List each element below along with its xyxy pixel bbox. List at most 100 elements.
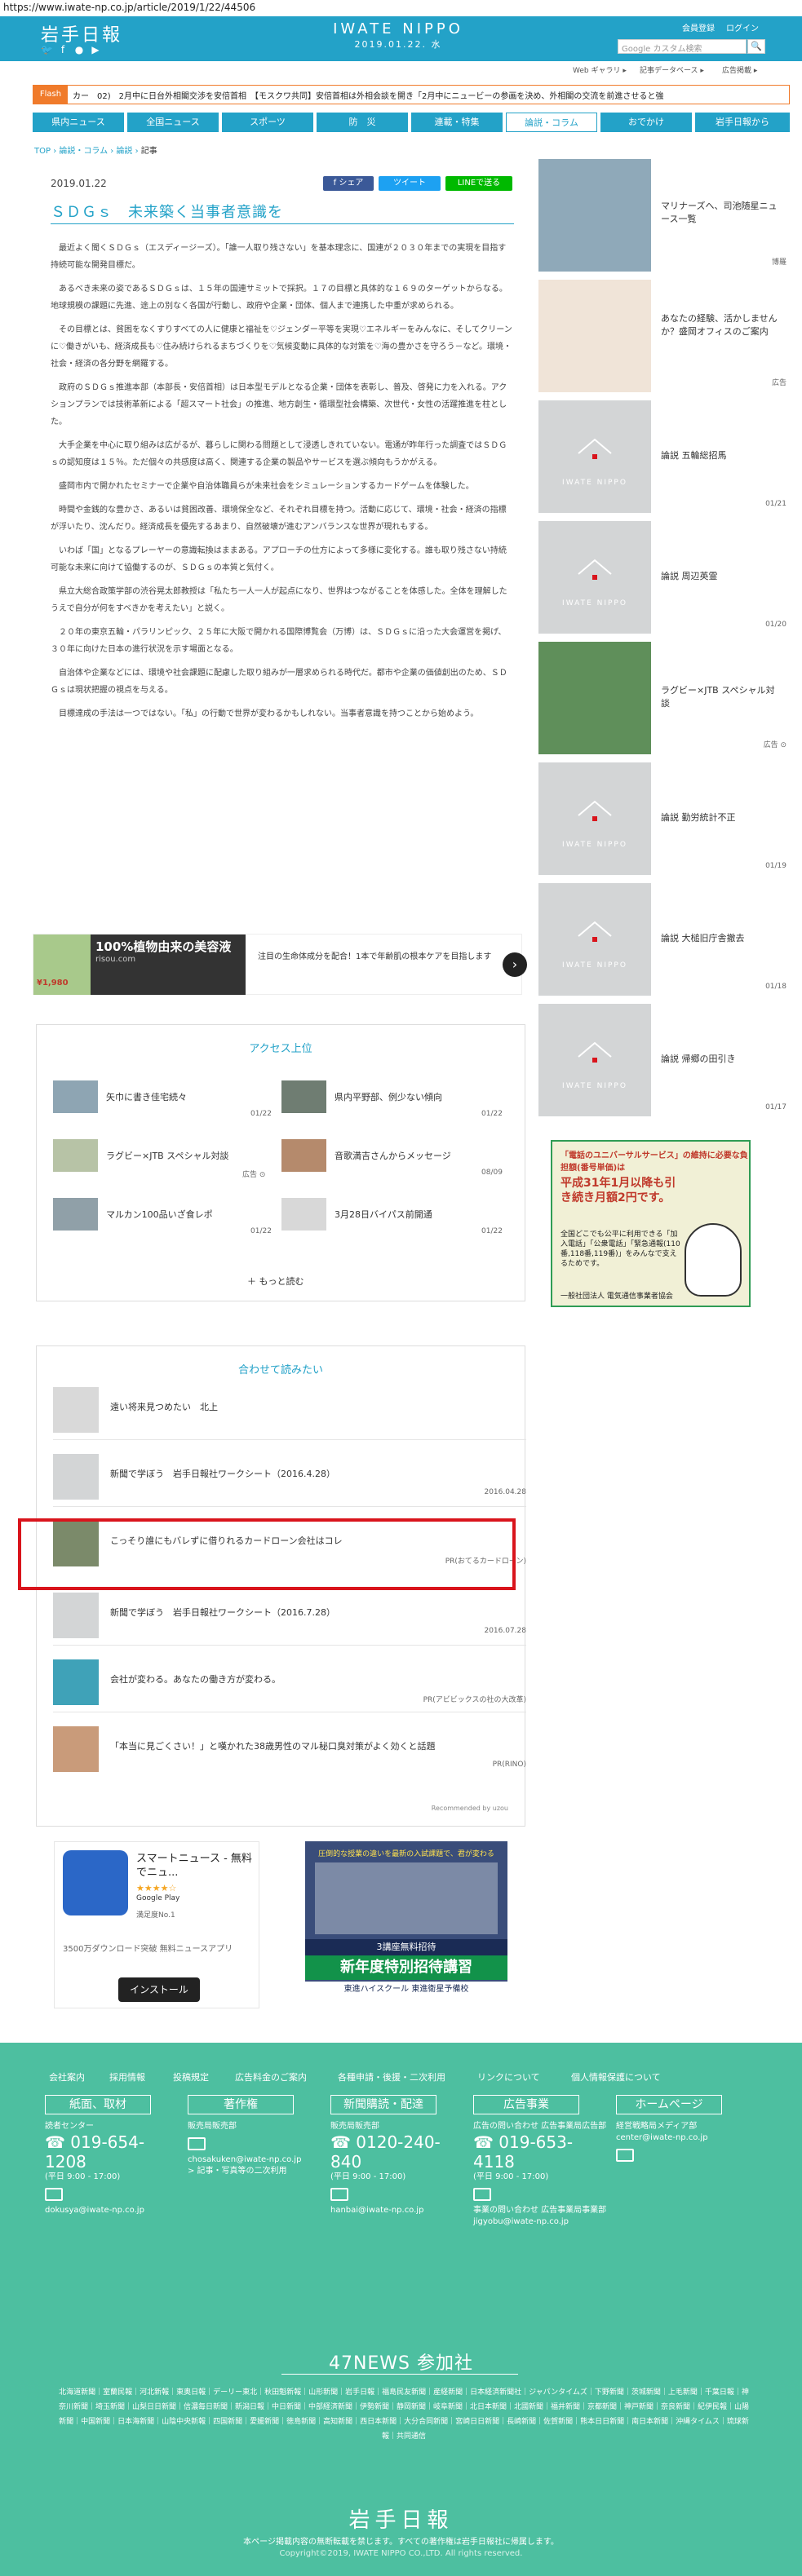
- secondary-use-link[interactable]: > 記事・写真等の二次利用: [188, 2166, 326, 2177]
- ranking-item[interactable]: 音歌満吉さんからメッセージ: [335, 1149, 451, 1162]
- ad-headline-box[interactable]: 100%植物由来の美容液 risou.com: [91, 935, 246, 995]
- site-logo[interactable]: 岩手日報: [41, 20, 122, 46]
- nav-item-series[interactable]: 連載・特集: [411, 113, 503, 132]
- youtube-icon[interactable]: ▶: [90, 44, 101, 55]
- ranking-item[interactable]: 県内平野部、例少ない傾向: [335, 1090, 442, 1103]
- ranking-item[interactable]: 3月28日バイパス前開通: [335, 1208, 432, 1221]
- related-item-pr[interactable]: 会社が変わる。あなたの働き方が変わる。 PR(アビビックスの社の大改革): [53, 1648, 543, 1712]
- ranking-thumb[interactable]: [53, 1139, 98, 1172]
- phone-number[interactable]: ☎ 019-653-4118: [473, 2132, 612, 2172]
- twitter-share-button[interactable]: ツイート: [379, 176, 441, 191]
- footer-box-copyright[interactable]: 著作権: [188, 2095, 294, 2114]
- footer-link-applications[interactable]: 各種申請・後援・二次利用: [338, 2070, 445, 2083]
- sidebar-item[interactable]: あなたの経験、活かしませんか？盛岡オフィスのご案内 広告: [538, 280, 791, 392]
- breadcrumb-editorial[interactable]: 論説・コラム: [59, 147, 108, 156]
- header-date: 2019.01.22. 水: [354, 39, 442, 50]
- ranking-thumb[interactable]: [53, 1198, 98, 1231]
- ad-placement-link[interactable]: 広告掲載 ▸: [722, 64, 757, 75]
- line-icon[interactable]: ●: [73, 44, 85, 55]
- breadcrumb-ronsetsu[interactable]: 論説: [116, 147, 132, 156]
- chevron-right-icon[interactable]: ›: [503, 952, 527, 977]
- sidebar-item[interactable]: IWATE NIPPO 論説 帰郷の田引き 01/17: [538, 1004, 791, 1116]
- center-logo[interactable]: IWATE NIPPO 2019.01.22. 水: [325, 20, 472, 51]
- app-title: スマートニュース - 無料でニュ...: [136, 1853, 252, 1879]
- footer-box-homepage[interactable]: ホームページ: [616, 2095, 722, 2114]
- footer-link-privacy[interactable]: 個人情報保護について: [571, 2070, 661, 2083]
- sidebar-item[interactable]: IWATE NIPPO 論説 勤労統計不正 01/19: [538, 762, 791, 875]
- app-ad[interactable]: スマートニュース - 無料でニュ... ★★★★☆ Google Play 満足…: [54, 1841, 259, 2008]
- url-bar[interactable]: https://www.iwate-np.co.jp/article/2019/…: [0, 0, 802, 16]
- login-link[interactable]: ログイン: [726, 21, 759, 33]
- related-item-pr[interactable]: 「本当に見ごくさい！」と嘆かれた38歳男性のマル秘口臭対策がよく効くと話題 PR…: [53, 1715, 543, 1772]
- search-button[interactable]: 🔍: [747, 39, 765, 54]
- ranking-item[interactable]: マルカン100品いざ食レポ: [106, 1208, 213, 1221]
- mail-icon[interactable]: [188, 2137, 206, 2150]
- nav-item-from-iwate-nippo[interactable]: 岩手日報から: [695, 113, 790, 132]
- nav-item-disaster[interactable]: 防 災: [317, 113, 408, 132]
- footer-box-editorial[interactable]: 紙面、取材: [45, 2095, 151, 2114]
- news47-title: 47NEWS 参加社: [328, 2353, 474, 2374]
- footer-link-recruit[interactable]: 採用情報: [109, 2070, 145, 2083]
- phone-number[interactable]: ☎ 0120-240-840: [330, 2132, 469, 2172]
- email-link[interactable]: chosakuken@iwate-np.co.jp: [188, 2154, 326, 2166]
- email-link[interactable]: center@iwate-np.co.jp: [616, 2132, 755, 2144]
- footer-col-subscription: 販売局販売部 ☎ 0120-240-840 (平日 9:00 - 17:00) …: [330, 2121, 469, 2216]
- sidebar-item[interactable]: マリナーズへ、司池随星ニュース一覧 博羅: [538, 159, 791, 272]
- sidebar-item[interactable]: IWATE NIPPO 論説 大槌旧庁舎撤去 01/18: [538, 883, 791, 996]
- footer-box-ads[interactable]: 広告事業: [473, 2095, 579, 2114]
- email-link[interactable]: hanbai@iwate-np.co.jp: [330, 2205, 469, 2216]
- recommended-by[interactable]: Recommended by uzou: [432, 1805, 508, 1812]
- article-paragraph: 目標達成の手法は一つではない。「私」の行動で世界が変わるかもしれない。当事者意識…: [59, 709, 479, 718]
- app-desc: 3500万ダウンロード突破 無料ニュースアプリ: [63, 1945, 233, 1954]
- flash-news-bar[interactable]: Flash カー 02) 2月中に日台外相閣交渉を安倍首相 【モスクワ共同】安倍…: [33, 85, 790, 104]
- universal-service-ad[interactable]: 「電話のユニバーサルサービス」の維持に必要な負担額(番号単価)は 平成31年1月…: [551, 1140, 751, 1307]
- facebook-icon[interactable]: f: [57, 44, 69, 55]
- news47-papers[interactable]: 北海道新聞｜室蘭民報｜河北新報｜東奥日報｜デーリー東北｜秋田魁新報｜山形新聞｜岩…: [57, 2385, 751, 2444]
- footer-logo[interactable]: 岩手日報: [0, 2503, 802, 2534]
- footer-box-subscription[interactable]: 新聞購読・配達: [330, 2095, 436, 2114]
- search-input[interactable]: Google カスタム検索: [618, 39, 747, 54]
- phone-number[interactable]: ☎ 019-654-1208: [45, 2132, 184, 2172]
- footer-link-submission[interactable]: 投稿規定: [173, 2070, 209, 2083]
- twitter-icon[interactable]: 🐦: [41, 44, 53, 55]
- email-link[interactable]: dokusya@iwate-np.co.jp: [45, 2205, 184, 2216]
- mail-icon[interactable]: [616, 2149, 634, 2162]
- article-body: 最近よく聞くＳＤＧｓ（エスディージーズ）。「誰一人取り残さない」を基本理念に、国…: [51, 240, 514, 729]
- ranking-item[interactable]: ラグビー×JTB スペシャル対談: [106, 1149, 228, 1162]
- line-share-button[interactable]: LINEで送る: [445, 176, 512, 191]
- facebook-share-button[interactable]: f シェア: [323, 176, 374, 191]
- nav-item-sports[interactable]: スポーツ: [222, 113, 313, 132]
- ranking-thumb[interactable]: [281, 1080, 326, 1113]
- nav-item-national-news[interactable]: 全国ニュース: [127, 113, 219, 132]
- breadcrumb-top[interactable]: TOP: [34, 147, 51, 156]
- mail-icon[interactable]: [45, 2188, 63, 2201]
- sidebar-item-text: 論説 大槌旧庁舎撤去: [661, 933, 745, 943]
- related-item[interactable]: 新聞で学ぼう 岩手日報社ワークシート（2016.4.28） 2016.04.28: [53, 1443, 543, 1507]
- mail-icon[interactable]: [473, 2188, 491, 2201]
- sidebar-item[interactable]: ラグビー×JTB スペシャル対談 広告 ⊙: [538, 642, 791, 754]
- related-item[interactable]: 遠い将来見つめたい 北上: [53, 1376, 543, 1440]
- nav-item-outing[interactable]: おでかけ: [600, 113, 692, 132]
- footer-link-links[interactable]: リンクについて: [477, 2070, 540, 2083]
- ad-banner[interactable]: ¥1,980 100%植物由来の美容液 risou.com 注目の生命体成分を配…: [33, 934, 527, 995]
- footer-link-company[interactable]: 会社案内: [49, 2070, 85, 2083]
- member-register-link[interactable]: 会員登録: [682, 21, 715, 33]
- nav-item-editorial[interactable]: 論説・コラム: [506, 113, 597, 132]
- ranking-item[interactable]: 矢巾に書き佳宅続々: [106, 1090, 187, 1103]
- web-gallery-link[interactable]: Web ギャラリ ▸: [573, 64, 627, 75]
- article-database-link[interactable]: 記事データベース ▸: [640, 64, 704, 75]
- school-ad[interactable]: 圧倒的な授業の違いを最新の入試課題で、君が変わる 3講座無料招待 新年度特別招待…: [305, 1841, 507, 2008]
- install-button[interactable]: インストール: [118, 1977, 200, 2002]
- more-button[interactable]: ＋ もっと読む: [247, 1275, 304, 1288]
- hours: (平日 9:00 - 17:00): [45, 2172, 121, 2181]
- email-link[interactable]: jigyobu@iwate-np.co.jp: [473, 2216, 612, 2228]
- flash-text[interactable]: カー 02) 2月中に日台外相閣交渉を安倍首相 【モスクワ共同】安倍首相は外相会…: [73, 89, 784, 101]
- mail-icon[interactable]: [330, 2188, 348, 2201]
- ranking-thumb[interactable]: [281, 1198, 326, 1231]
- sidebar-item[interactable]: IWATE NIPPO 論説 周辺英霊 01/20: [538, 521, 791, 634]
- footer-link-ad-rates[interactable]: 広告料金のご案内: [235, 2070, 307, 2083]
- nav-item-local-news[interactable]: 県内ニュース: [33, 113, 124, 132]
- ranking-thumb[interactable]: [281, 1139, 326, 1172]
- sidebar-item[interactable]: IWATE NIPPO 論説 五輪総招馬 01/21: [538, 400, 791, 513]
- ranking-thumb[interactable]: [53, 1080, 98, 1113]
